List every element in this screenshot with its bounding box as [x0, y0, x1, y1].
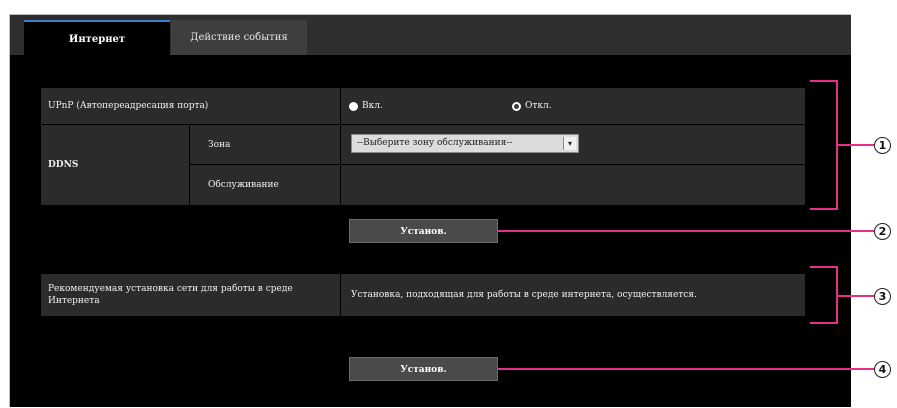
callout-4-leader [498, 368, 874, 370]
settings-panel: Интернет Действие события [9, 14, 851, 407]
chevron-down-icon[interactable]: ▾ [563, 137, 576, 150]
callout-3-bracket-top [810, 266, 838, 268]
callout-1: 1 [874, 137, 891, 154]
callout-1-bracket-bottom [810, 208, 838, 210]
recommend-value: Установка, подходящая для работы в среде… [351, 290, 697, 300]
callout-4: 4 [874, 361, 891, 378]
upnp-off-radio[interactable] [512, 101, 521, 111]
tab-internet[interactable]: Интернет [24, 20, 170, 55]
recommend-label: Рекомендуемая установка сети для работы … [48, 284, 293, 306]
callout-3-bracket-bottom [810, 322, 838, 324]
upnp-off-option[interactable]: Откл. [512, 88, 552, 124]
upnp-divider [340, 88, 341, 124]
callout-2-leader [498, 230, 874, 232]
callout-2: 2 [874, 223, 891, 240]
set-button-1[interactable]: Установ. [349, 219, 498, 243]
callout-1-bracket-top [810, 80, 838, 82]
ddns-service-label: Обслуживание [208, 180, 279, 190]
ddns-zone-select[interactable]: --Выберите зону обслуживания-- ▾ [351, 134, 579, 153]
ddns-row-divider [190, 164, 805, 165]
tab-event-actions[interactable]: Действие события [171, 20, 307, 55]
upnp-on-label: Вкл. [362, 101, 383, 111]
ddns-divider-2 [340, 125, 341, 205]
upnp-off-label: Откл. [525, 101, 552, 111]
tab-bar: Интернет Действие события [10, 15, 851, 55]
callout-1-leader [836, 144, 874, 146]
set-button-2[interactable]: Установ. [349, 357, 498, 381]
ddns-label: DDNS [48, 160, 79, 170]
ddns-divider-1 [189, 125, 190, 205]
recommend-divider [340, 274, 341, 316]
upnp-on-radio[interactable] [349, 101, 358, 111]
callout-3-leader [836, 295, 874, 297]
upnp-on-option[interactable]: Вкл. [349, 88, 383, 124]
upnp-label: UPnP (Автопереадресация порта) [48, 101, 209, 111]
ddns-zone-value: --Выберите зону обслуживания-- [357, 138, 513, 148]
callout-3: 3 [874, 288, 891, 305]
ddns-zone-label: Зона [208, 139, 231, 150]
